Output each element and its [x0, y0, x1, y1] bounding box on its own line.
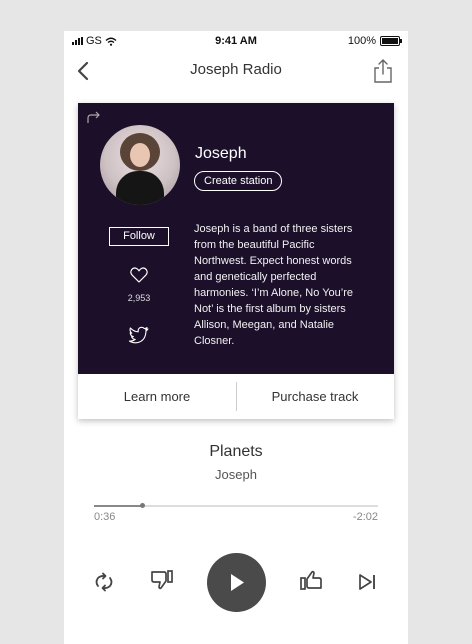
track-artist: Joseph — [215, 467, 257, 482]
purchase-track-button[interactable]: Purchase track — [236, 374, 394, 419]
progress-fill — [94, 505, 143, 507]
artist-card: Joseph Create station Follow 2,953 Josep… — [78, 103, 394, 419]
play-icon — [231, 574, 244, 591]
artist-avatar — [100, 125, 180, 205]
progress-bar[interactable] — [94, 503, 378, 508]
battery-icon — [380, 36, 402, 46]
play-button[interactable] — [207, 553, 266, 612]
page-title: Joseph Radio — [190, 61, 282, 78]
phone-screen: GS 9:41 AM 100% Joseph Radio Joseph Crea… — [64, 31, 408, 644]
battery-percent: 100% — [347, 35, 376, 47]
remaining-time: -2:02 — [352, 511, 378, 523]
card-actions: Learn more Purchase track — [78, 374, 394, 419]
artist-bio: Joseph is a band of three sisters from t… — [194, 223, 353, 347]
artist-name: Joseph — [195, 145, 247, 162]
share-icon[interactable] — [372, 57, 394, 85]
progress-knob[interactable] — [140, 503, 146, 508]
repeat-icon[interactable] — [92, 570, 116, 594]
thumbs-down-icon[interactable] — [149, 567, 175, 593]
artist-info-panel: Joseph Create station Follow 2,953 Josep… — [78, 103, 394, 374]
learn-more-button[interactable]: Learn more — [78, 374, 236, 419]
thumbs-up-icon[interactable] — [298, 567, 324, 593]
like-count: 2,953 — [127, 293, 151, 303]
track-title: Planets — [209, 443, 263, 460]
heart-icon[interactable] — [129, 265, 149, 285]
twitter-icon[interactable] — [128, 325, 150, 345]
create-station-button[interactable]: Create station — [194, 171, 283, 191]
skip-next-icon[interactable] — [357, 572, 377, 592]
status-bar: GS 9:41 AM 100% — [64, 31, 408, 51]
repeat-icon[interactable] — [86, 111, 102, 125]
elapsed-time: 0:36 — [94, 511, 116, 523]
follow-button[interactable]: Follow — [109, 227, 169, 246]
nav-bar: Joseph Radio — [64, 51, 408, 91]
